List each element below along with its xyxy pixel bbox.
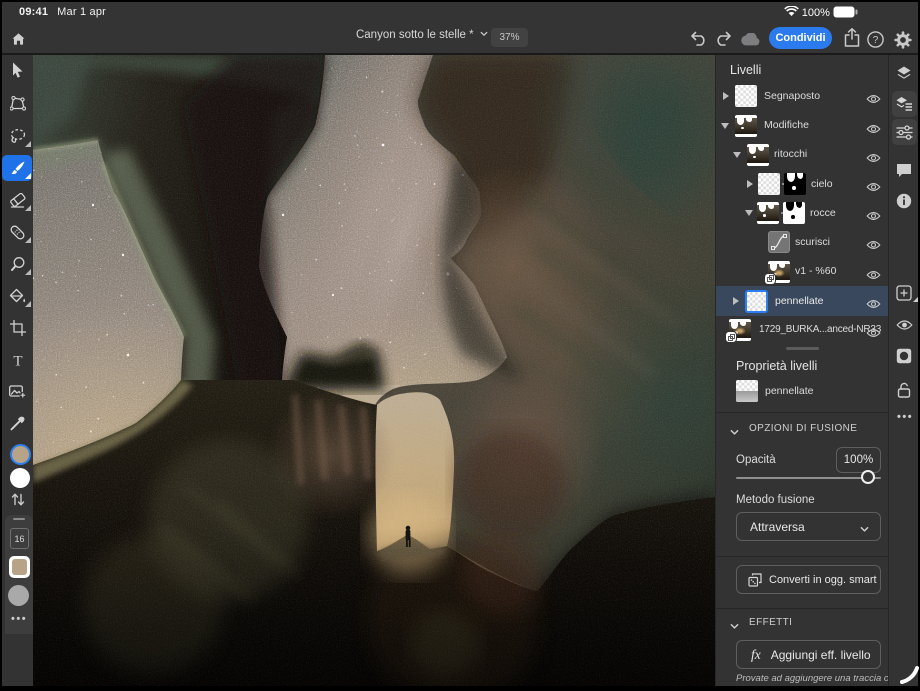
- svg-text:?: ?: [873, 35, 879, 46]
- svg-text:T: T: [13, 354, 22, 368]
